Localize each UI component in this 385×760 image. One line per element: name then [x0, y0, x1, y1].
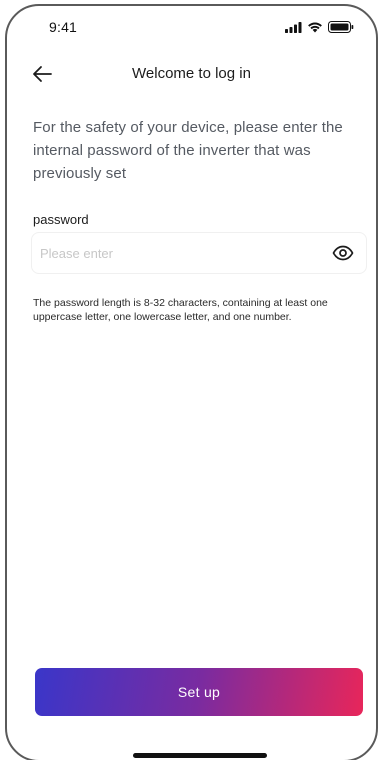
status-icons	[285, 21, 354, 33]
eye-icon[interactable]	[332, 244, 354, 262]
status-time: 9:41	[49, 19, 78, 35]
phone-frame: 9:41 Welcome to log in For the safety of…	[5, 4, 378, 760]
setup-button-label: Set up	[177, 684, 221, 700]
password-hint: The password length is 8-32 characters, …	[33, 297, 328, 323]
setup-button[interactable]: Set up	[35, 668, 363, 716]
cellular-signal-icon	[285, 21, 302, 33]
password-field	[31, 232, 367, 274]
battery-icon	[328, 21, 354, 33]
page-title: Welcome to log in	[132, 65, 251, 82]
password-label: password	[33, 212, 89, 227]
status-bar: 9:41	[7, 6, 376, 46]
home-indicator	[133, 753, 267, 758]
nav-bar: Welcome to log in	[7, 56, 376, 92]
intro-text: For the safety of your device, please en…	[33, 119, 343, 182]
password-input[interactable]	[40, 233, 310, 273]
wifi-icon	[307, 21, 323, 33]
